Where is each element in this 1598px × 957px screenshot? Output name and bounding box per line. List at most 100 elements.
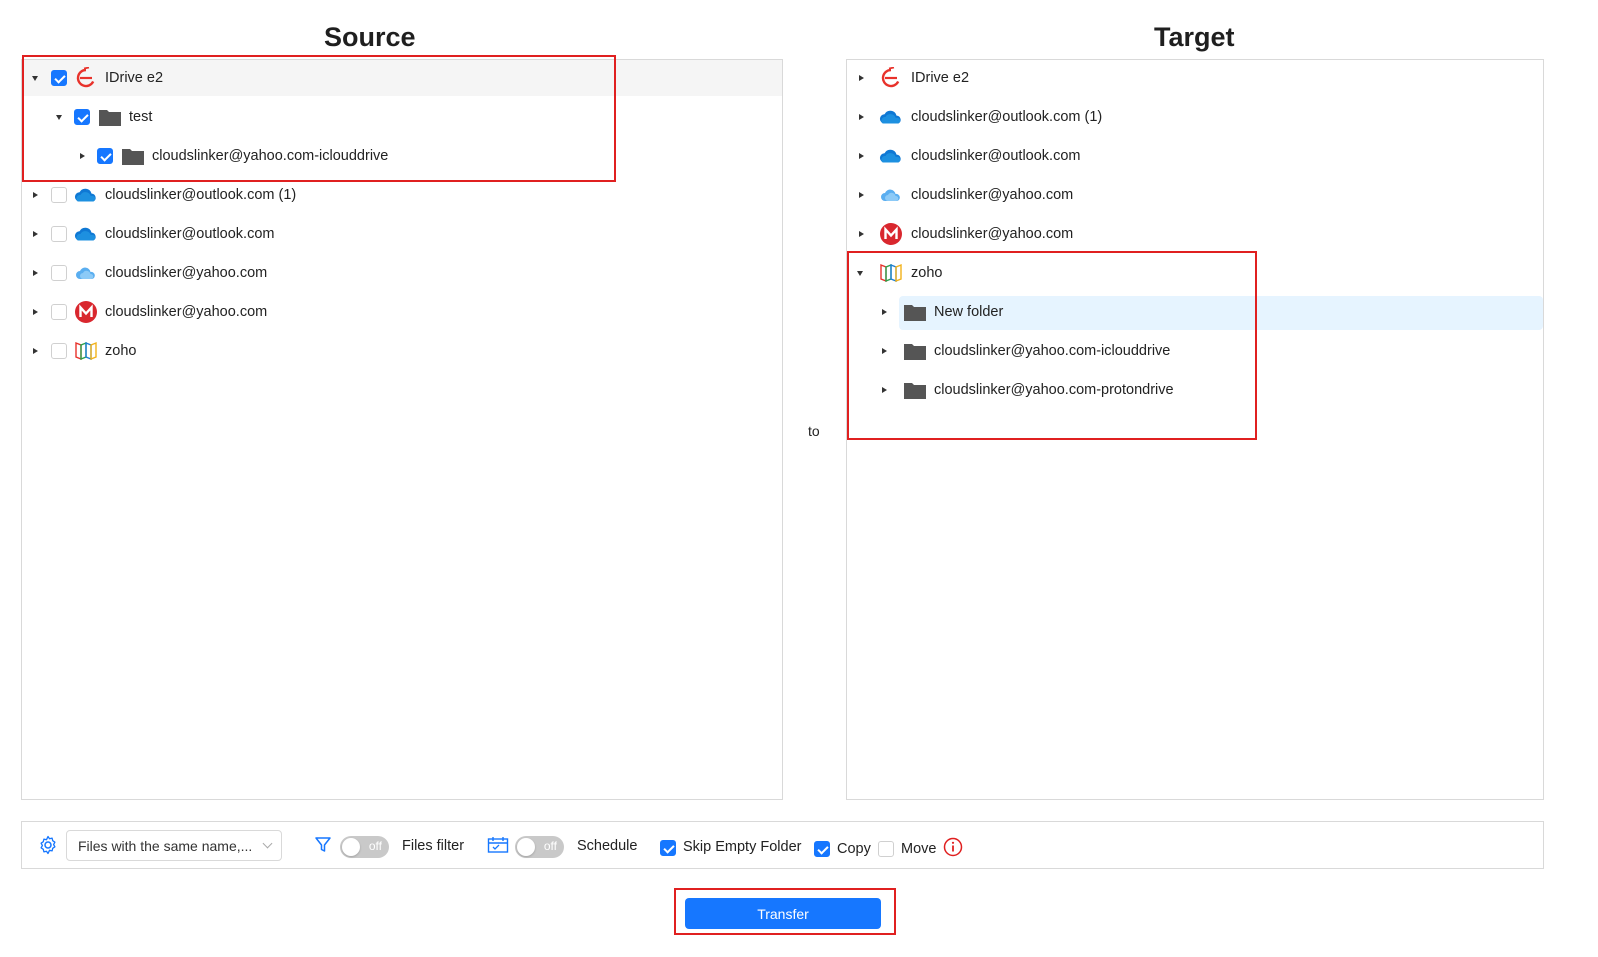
onedrive-icon [74,222,98,246]
caret-right-icon[interactable] [77,151,87,161]
mega-icon [74,300,98,324]
source-tree-item-test[interactable]: test [22,99,782,135]
chevron-down-icon [262,838,273,849]
move-label: Move [901,841,937,857]
source-tree-item-zoho[interactable]: zoho [22,333,782,369]
settings-gear-icon[interactable] [38,835,58,860]
info-icon[interactable] [943,837,963,862]
caret-right-icon[interactable] [879,346,889,356]
target-tree-item-icloud-yahoo[interactable]: cloudslinker@yahoo.com [847,177,1543,213]
onedrive-icon [879,105,903,129]
source-tree-panel: IDrive e2 test cloudslinker@yahoo.com-ic… [21,59,783,800]
source-heading: Source [324,22,416,52]
source-checkbox-test[interactable] [74,109,90,125]
tree-item-label: IDrive e2 [105,70,164,86]
tree-item-label: test [129,109,153,125]
zoho-icon [879,261,903,285]
folder-icon [903,339,927,363]
caret-right-icon[interactable] [30,346,40,356]
tree-item-label: cloudslinker@outlook.com [911,148,1081,164]
target-tree-item-zoho[interactable]: zoho [847,255,1543,291]
source-checkbox-mega-yahoo[interactable] [51,304,67,320]
onedrive-icon [879,144,903,168]
idrive-e2-icon [879,66,903,90]
to-label: to [808,423,820,439]
source-checkbox-icloud-yahoo[interactable] [51,265,67,281]
files-filter-label: Files filter [402,838,465,854]
target-tree-item-iclouddrive-folder[interactable]: cloudslinker@yahoo.com-iclouddrive [847,333,1543,369]
zoho-icon [74,339,98,363]
source-tree-item-mega-yahoo[interactable]: cloudslinker@yahoo.com [22,294,782,330]
source-tree-item-outlook[interactable]: cloudslinker@outlook.com [22,216,782,252]
target-tree-item-outlook-1[interactable]: cloudslinker@outlook.com (1) [847,99,1543,135]
idrive-e2-icon [74,66,98,90]
toggle-state-text: off [543,839,557,853]
onedrive-icon [74,183,98,207]
target-tree-item-new-folder[interactable]: New folder [847,294,1543,330]
folder-icon [98,105,122,129]
folder-icon [903,300,927,324]
source-tree-item-icloud-yahoo[interactable]: cloudslinker@yahoo.com [22,255,782,291]
target-tree-item-idrive-e2[interactable]: IDrive e2 [847,60,1543,96]
schedule-label: Schedule [577,838,638,854]
caret-right-icon[interactable] [30,190,40,200]
schedule-calendar-icon [487,836,509,859]
schedule-toggle[interactable]: off [515,836,564,858]
caret-right-icon[interactable] [856,151,866,161]
tree-item-label: cloudslinker@yahoo.com [105,304,268,320]
files-filter-toggle[interactable]: off [340,836,389,858]
caret-right-icon[interactable] [30,268,40,278]
copy-checkbox[interactable] [814,841,830,857]
caret-right-icon[interactable] [856,73,866,83]
target-tree-item-mega-yahoo[interactable]: cloudslinker@yahoo.com [847,216,1543,252]
icloud-icon [74,261,98,285]
options-toolbar: Files with the same name,... off Files f… [21,821,1544,869]
target-tree-panel: IDrive e2 cloudslinker@outlook.com (1) c… [846,59,1544,800]
target-tree-item-protondrive-folder[interactable]: cloudslinker@yahoo.com-protondrive [847,372,1543,408]
source-tree-item-iclouddrive-folder[interactable]: cloudslinker@yahoo.com-iclouddrive [22,138,782,174]
folder-icon [903,378,927,402]
source-checkbox-iclouddrive-folder[interactable] [97,148,113,164]
tree-item-label: cloudslinker@outlook.com [105,226,275,242]
tree-item-label: cloudslinker@outlook.com (1) [105,187,297,203]
target-heading: Target [1154,22,1235,52]
caret-right-icon[interactable] [856,229,866,239]
tree-item-label: cloudslinker@yahoo.com [911,187,1074,203]
caret-right-icon[interactable] [856,112,866,122]
move-checkbox[interactable] [878,841,894,857]
mega-icon [879,222,903,246]
caret-right-icon[interactable] [856,190,866,200]
tree-item-label: cloudslinker@yahoo.com [105,265,268,281]
caret-down-icon[interactable] [54,112,64,122]
toggle-knob [517,838,535,856]
caret-right-icon[interactable] [30,229,40,239]
caret-down-icon[interactable] [30,73,40,83]
tree-item-label: cloudslinker@yahoo.com-protondrive [934,382,1174,398]
toggle-state-text: off [368,839,382,853]
source-checkbox-zoho[interactable] [51,343,67,359]
copy-label: Copy [837,841,871,857]
caret-right-icon[interactable] [30,307,40,317]
source-checkbox-outlook[interactable] [51,226,67,242]
target-tree-item-outlook[interactable]: cloudslinker@outlook.com [847,138,1543,174]
toggle-knob [342,838,360,856]
same-name-select-value: Files with the same name,... [78,837,253,854]
tree-item-label: cloudslinker@outlook.com (1) [911,109,1103,125]
tree-item-label: New folder [934,304,1004,320]
source-tree-item-outlook-1[interactable]: cloudslinker@outlook.com (1) [22,177,782,213]
tree-item-label: zoho [911,265,943,281]
caret-down-icon[interactable] [855,268,865,278]
source-checkbox-outlook-1[interactable] [51,187,67,203]
tree-item-label: cloudslinker@yahoo.com-iclouddrive [152,148,389,164]
source-tree-item-idrive-e2[interactable]: IDrive e2 [22,60,782,96]
transfer-button[interactable]: Transfer [685,898,881,929]
tree-item-label: zoho [105,343,137,359]
skip-empty-folder-label: Skip Empty Folder [683,839,802,855]
caret-right-icon[interactable] [879,307,889,317]
caret-right-icon[interactable] [879,385,889,395]
tree-item-label: cloudslinker@yahoo.com-iclouddrive [934,343,1171,359]
skip-empty-folder-checkbox[interactable] [660,840,676,856]
source-checkbox-idrive-e2[interactable] [51,70,67,86]
same-name-select[interactable]: Files with the same name,... [66,830,282,861]
icloud-icon [879,183,903,207]
